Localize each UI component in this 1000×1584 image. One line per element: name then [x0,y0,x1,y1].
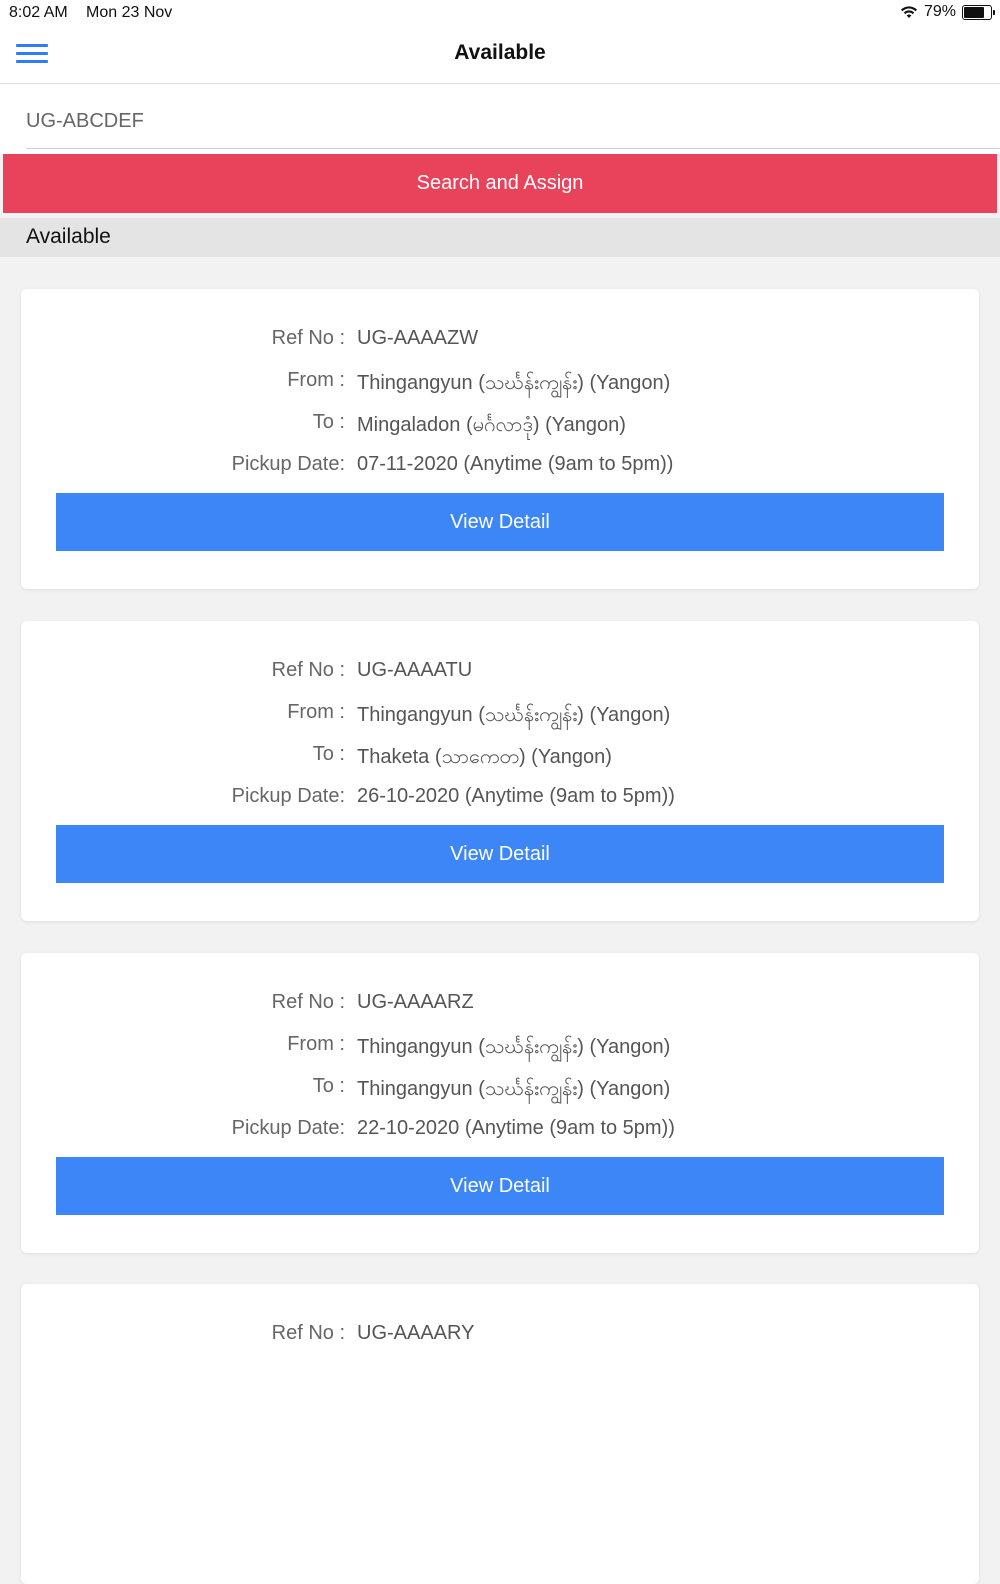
to-value: Mingaladon (မင်္ဂလာဒုံ) (Yangon) [357,414,626,436]
pickup-value: 26-10-2020 (Anytime (9am to 5pm)) [357,785,675,807]
from-value: Thingangyun (သင်္ဃန်းကျွန်း) (Yangon) [357,372,671,394]
battery-level [964,6,984,18]
card-row-to: To : Thaketa (သာကေတ) (Yangon) [21,743,979,773]
card-row-pickup: Pickup Date: 07-11-2020 (Anytime (9am to … [21,453,979,483]
pickup-value: 07-11-2020 (Anytime (9am to 5pm)) [357,453,674,475]
status-bar: 8:02 AM Mon 23 Nov 79% [0,0,1000,26]
search-input[interactable] [26,94,1000,149]
section-title: Available [26,225,111,248]
search-area [0,84,1000,154]
pickup-label: Pickup Date: [231,1117,345,1139]
from-value: Thingangyun (သင်္ဃန်းကျွန်း) (Yangon) [357,1036,671,1058]
card-row-from: From : Thingangyun (သင်္ဃန်းကျွန်း) (Yang… [21,1033,979,1063]
ref-label: Ref No : [271,327,345,349]
card-row-to: To : Thingangyun (သင်္ဃန်းကျွန်း) (Yangon… [21,1075,979,1105]
ref-label: Ref No : [271,991,345,1013]
card-row-pickup: Pickup Date: 22-10-2020 (Anytime (9am to … [21,1117,979,1147]
section-header: Available [0,218,1000,257]
from-label: From : [287,1033,345,1055]
card-row-ref: Ref No : UG-AAAARY [21,1322,979,1352]
card-row-from: From : Thingangyun (သင်္ဃန်းကျွန်း) (Yang… [21,701,979,731]
page-title: Available [454,41,546,64]
job-card: Ref No : UG-AAAATU From : Thingangyun (သင်္… [21,621,979,921]
card-row-from: From : Thingangyun (သင်္ဃန်းကျွန်း) (Yang… [21,369,979,399]
battery-percent: 79% [923,3,956,20]
view-detail-button[interactable]: View Detail [56,493,944,551]
pickup-value: 22-10-2020 (Anytime (9am to 5pm)) [357,1117,675,1139]
from-label: From : [287,701,345,723]
view-detail-button[interactable]: View Detail [56,825,944,883]
job-card: Ref No : UG-AAAARY [21,1284,979,1584]
to-label: To : [312,743,345,765]
status-date: Mon 23 Nov [86,4,173,21]
from-label: From : [287,369,345,391]
wifi-icon [900,6,917,18]
card-row-pickup: Pickup Date: 26-10-2020 (Anytime (9am to … [21,785,979,815]
status-right: 79% [900,3,995,21]
ref-value: UG-AAAAZW [357,327,479,349]
ref-value: UG-AAAATU [357,659,473,681]
view-detail-button[interactable]: View Detail [56,1157,944,1215]
to-value: Thingangyun (သင်္ဃန်းကျွန်း) (Yangon) [357,1078,671,1100]
to-value: Thaketa (သာကေတ) (Yangon) [357,746,612,768]
pickup-label: Pickup Date: [231,785,345,807]
status-time: 8:02 AM [9,4,68,21]
battery-icon [962,4,995,20]
ref-value: UG-AAAARZ [357,991,474,1013]
from-value: Thingangyun (သင်္ဃန်းကျွန်း) (Yangon) [357,704,671,726]
pickup-label: Pickup Date: [231,453,345,475]
job-card: Ref No : UG-AAAARZ From : Thingangyun (သင်္… [21,953,979,1253]
ref-label: Ref No : [271,659,345,681]
card-row-ref: Ref No : UG-AAAARZ [21,991,979,1021]
search-and-assign-button[interactable]: Search and Assign [3,154,997,213]
nav-bar: Available [0,26,1000,84]
job-card: Ref No : UG-AAAAZW From : Thingangyun (သင်္… [21,289,979,589]
card-row-to: To : Mingaladon (မင်္ဂလာဒုံ) (Yangon) [21,411,979,441]
card-row-ref: Ref No : UG-AAAAZW [21,327,979,357]
to-label: To : [312,1075,345,1097]
to-label: To : [312,411,345,433]
card-row-ref: Ref No : UG-AAAATU [21,659,979,689]
